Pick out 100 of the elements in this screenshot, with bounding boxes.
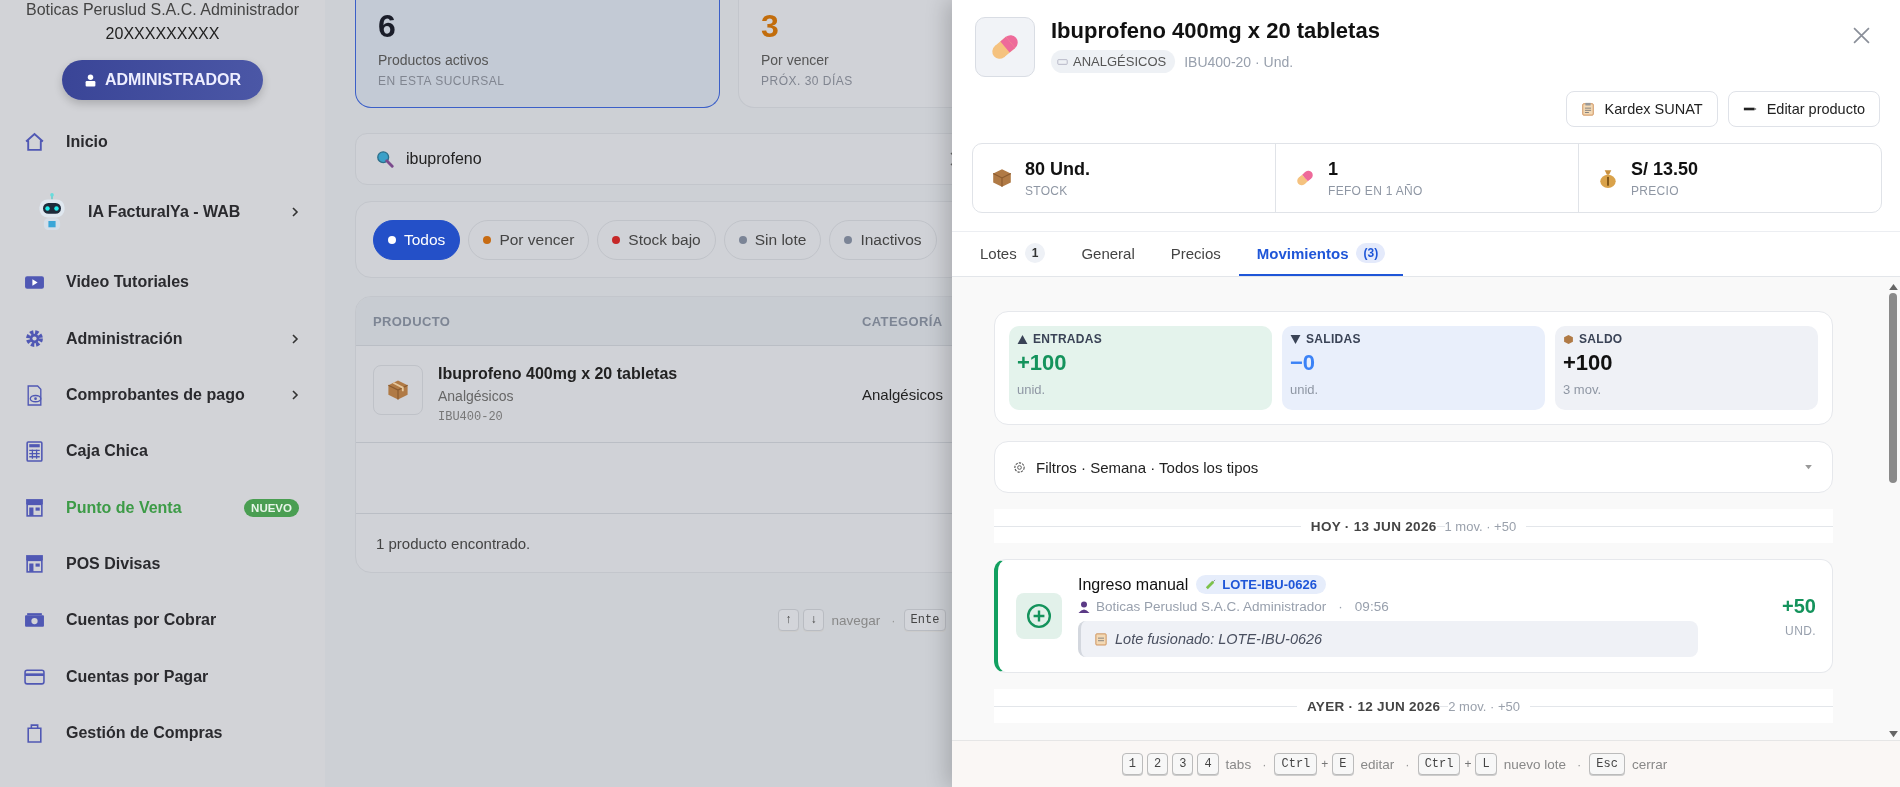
nav-item[interactable]: IA FacturalYa - WAB — [0, 170, 325, 255]
role-button[interactable]: ADMINISTRADOR — [62, 60, 263, 100]
settings-icon — [1013, 460, 1026, 474]
search-field[interactable]: ibuprofeno — [355, 133, 952, 185]
caret-icon — [1805, 464, 1812, 470]
filter-chip[interactable]: Stock bajo — [597, 219, 716, 260]
scroll-up-icon[interactable] — [1888, 283, 1898, 290]
count-badge: 1 — [1024, 243, 1046, 263]
clipboard-icon — [1580, 102, 1595, 116]
search-icon — [376, 150, 394, 168]
summary-note: unid. — [1017, 382, 1047, 397]
product-name: Ibuprofeno 400mg x 20 tabletas — [438, 364, 678, 383]
stat-label: STOCK — [1025, 183, 1069, 198]
nav-item[interactable]: Gestión de Compras — [0, 704, 325, 761]
key-cap: Ente — [903, 609, 947, 631]
key-cap: L — [1475, 753, 1497, 775]
count-badge: (3) — [1356, 243, 1386, 263]
filter-chip[interactable]: Inactivos — [829, 219, 937, 260]
new-badge: NUEVO — [244, 498, 299, 517]
gear-icon — [24, 328, 45, 350]
category-tag: ANALGÉSICOS — [1051, 50, 1176, 73]
user-name: Boticas Peruslud S.A.C. Administrador — [1096, 599, 1327, 614]
stat-sublabel: PRÓX. 30 DÍAS — [761, 74, 854, 88]
nav-item[interactable]: POS Divisas — [0, 535, 325, 593]
summary-value: +100 — [1563, 350, 1614, 376]
filter-chip[interactable]: Todos — [373, 219, 461, 260]
key-cap: ↑ — [778, 609, 800, 631]
action-button[interactable]: Kardex SUNAT — [1565, 91, 1718, 127]
nav-item[interactable]: Inicio — [0, 114, 325, 171]
key-cap: Ctrl — [1417, 753, 1461, 775]
nav-label: Caja Chica — [66, 442, 149, 461]
tag-icon — [1057, 57, 1068, 66]
nav-label: Punto de Venta — [66, 498, 183, 517]
nav-label: Comprobantes de pago — [66, 386, 246, 405]
scrollbar-thumb[interactable] — [1889, 293, 1897, 483]
movement-time: 09:56 — [1354, 599, 1389, 614]
plus-sign: + — [1321, 757, 1329, 771]
stat-value: 6 — [378, 7, 397, 46]
money-bag-icon — [1597, 167, 1619, 189]
summary-label: ENTRADAS — [1033, 332, 1103, 346]
movement-card[interactable]: Ingreso manual LOTE-IBU-0626 Boticas Peruslud S.A.C. Administrador · 09:56 Lote fusionado: LOTE-IBU-0626 +50 UND. — [994, 559, 1833, 673]
company-name: Boticas Peruslud S.A.C. Administrador — [26, 0, 299, 20]
tax-id: 20XXXXXXXXX — [105, 25, 220, 43]
tab[interactable]: General — [1063, 232, 1153, 276]
up-triangle-icon — [1017, 333, 1028, 345]
filter-chip[interactable]: Sin lote — [723, 219, 822, 260]
lot-tag: LOTE-IBU-0626 — [1196, 575, 1326, 594]
summary-value: +100 — [1017, 350, 1068, 376]
summary-note: unid. — [1290, 382, 1320, 397]
filter-chip[interactable]: Por vencer — [468, 219, 590, 260]
nav-item[interactable]: Cuentas por Pagar — [0, 648, 325, 705]
stat-label: Productos activos — [378, 52, 490, 68]
user-icon — [84, 73, 97, 87]
scroll-down-icon[interactable] — [1888, 731, 1898, 738]
tab[interactable]: Precios — [1152, 232, 1239, 276]
product-category: Analgésicos — [438, 387, 515, 404]
nav-label: POS Divisas — [66, 554, 162, 573]
nav-item[interactable]: Caja Chica — [0, 423, 325, 480]
nav-label: Gestión de Compras — [66, 723, 224, 742]
separator-dot: · — [1405, 756, 1410, 772]
action-button[interactable]: Editar producto — [1727, 91, 1880, 127]
nav-label: Video Tutoriales — [66, 273, 190, 292]
tab[interactable]: Lotes 1 — [962, 232, 1064, 276]
nav-item[interactable]: Video Tutoriales — [0, 254, 325, 311]
nav-label: IA FacturalYa - WAB — [88, 203, 242, 222]
stat-label: Por vencer — [761, 52, 830, 68]
nav-item[interactable]: Administración — [0, 310, 325, 367]
stat-value: 1 — [1328, 158, 1339, 180]
key-cap: 1 — [1121, 753, 1143, 775]
separator-dot: · — [891, 612, 896, 628]
stat-sublabel: EN ESTA SUCURSAL — [378, 74, 506, 88]
stat-label: PRECIO — [1631, 183, 1680, 198]
stat-card[interactable]: 6 Productos activos EN ESTA SUCURSAL — [355, 0, 720, 108]
result-count: 1 producto encontrado. — [376, 534, 531, 552]
nav-item[interactable]: Cuentas por Cobrar — [0, 592, 325, 649]
movement-unit: UND. — [1784, 623, 1816, 638]
shortcut-label: nuevo lote — [1503, 756, 1566, 772]
stat-value: 80 Und. — [1025, 158, 1090, 180]
summary-label: SALIDAS — [1306, 332, 1361, 346]
shortcut-label: editar — [1360, 756, 1395, 772]
key-cap: E — [1332, 753, 1354, 775]
nav-label: Cuentas por Pagar — [66, 667, 210, 686]
shortcut-label: cerrar — [1631, 756, 1668, 772]
filter-dropdown[interactable]: Filtros · Semana · Todos los tipos — [994, 441, 1833, 493]
key-cap: ↓ — [803, 609, 825, 631]
nav-item[interactable]: Comprobantes de pago — [0, 366, 325, 424]
close-icon[interactable] — [1853, 27, 1870, 44]
box-icon — [991, 167, 1013, 189]
stat-label: FEFO EN 1 AÑO — [1328, 183, 1423, 198]
table-cell: Analgésicos — [862, 385, 943, 403]
movement-title: Ingreso manual — [1078, 575, 1189, 594]
stat-card[interactable]: 3 Por vencer PRÓX. 30 DÍAS — [738, 0, 952, 108]
key-cap: Ctrl — [1274, 753, 1318, 775]
column-header: CATEGORÍA — [862, 313, 943, 329]
plus-sign: + — [1464, 757, 1472, 771]
calculator-icon — [24, 440, 45, 462]
product-code: IBU400-20 — [438, 409, 504, 424]
note-text: Lote fusionado: LOTE-IBU-0626 — [1115, 631, 1323, 647]
store-icon — [24, 553, 45, 575]
search-input[interactable]: ibuprofeno — [404, 149, 950, 169]
